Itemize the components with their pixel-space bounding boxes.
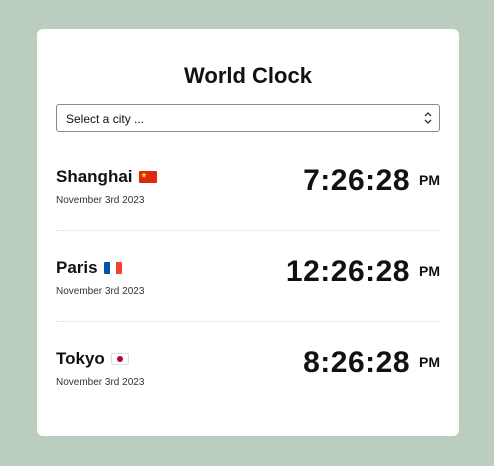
time-display: 8:26:28 PM — [303, 346, 440, 380]
city-name: Paris — [56, 258, 98, 277]
city-date: November 3rd 2023 — [56, 195, 145, 206]
city-select[interactable]: Select a city ... — [56, 104, 440, 132]
ampm-label: PM — [419, 172, 440, 188]
city-name: Shanghai — [56, 167, 133, 186]
ampm-label: PM — [419, 263, 440, 279]
page-title: World Clock — [184, 63, 312, 88]
ampm-label: PM — [419, 354, 440, 370]
city-date: November 3rd 2023 — [56, 286, 145, 297]
city-name: Tokyo — [56, 349, 105, 368]
china-flag-icon — [138, 171, 157, 183]
city-date: November 3rd 2023 — [56, 377, 145, 388]
time-value: 12:26:28 — [285, 255, 410, 288]
time-display: 7:26:28 PM — [303, 164, 440, 198]
city-select-value: Select a city ... — [66, 112, 145, 126]
city-row-shanghai: Shanghai November 3rd 2023 7:26:28 PM — [56, 140, 440, 231]
japan-flag-icon — [110, 353, 129, 365]
city-row-paris: Paris November 3rd 2023 12:26:28 PM — [56, 231, 440, 322]
world-clock-card: World Clock Select a city ... Shanghai N… — [37, 29, 459, 436]
time-value: 7:26:28 — [303, 164, 410, 197]
time-value: 8:26:28 — [303, 346, 410, 379]
chevron-updown-icon — [424, 112, 432, 124]
france-flag-icon — [103, 262, 122, 274]
city-row-tokyo: Tokyo November 3rd 2023 8:26:28 PM — [56, 322, 440, 412]
city-list: Shanghai November 3rd 2023 7:26:28 PM Pa… — [56, 140, 440, 412]
time-display: 12:26:28 PM — [286, 255, 440, 289]
